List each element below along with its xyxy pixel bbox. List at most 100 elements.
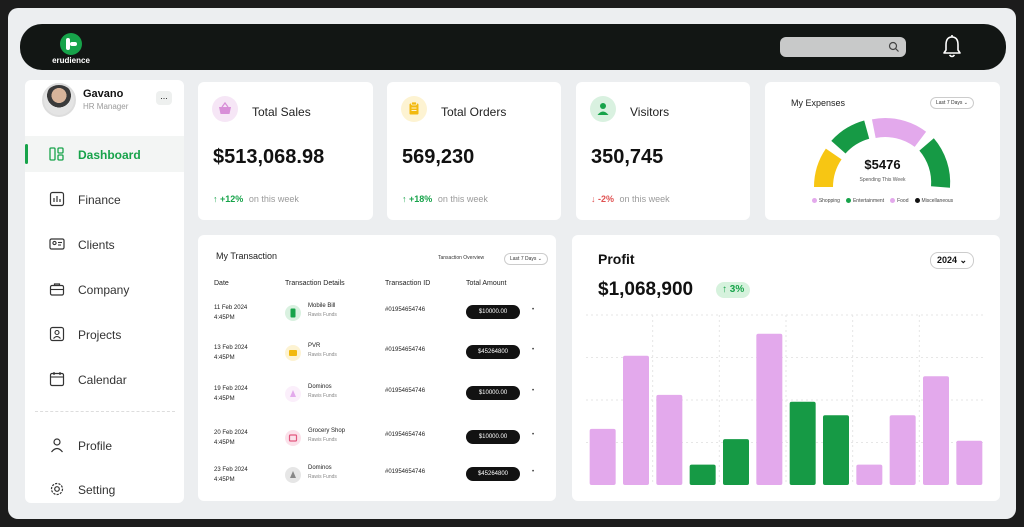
transactions-period-select[interactable]: Last 7 Days ⌄	[504, 253, 548, 265]
column-header-details: Transaction Details	[285, 280, 345, 287]
sidebar: Gavano HR Manager ... Dashboard Finance …	[25, 80, 184, 503]
logo-mark-icon	[60, 33, 82, 55]
transaction-id: #01954654746	[385, 388, 426, 394]
transaction-name: Dominos	[308, 465, 332, 471]
profit-bar[interactable]	[756, 333, 783, 485]
stat-change-percent: -2%	[598, 194, 615, 204]
transactions-title: My Transaction	[216, 251, 278, 261]
ticket-icon	[285, 345, 301, 361]
expenses-card: My Expenses Last 7 Days ⌄ $5476 Spending…	[765, 82, 1000, 220]
profit-bar[interactable]	[689, 464, 716, 485]
sidebar-item-dashboard[interactable]: Dashboard	[25, 136, 184, 172]
clients-icon	[49, 238, 65, 250]
profit-bar[interactable]	[723, 439, 749, 485]
more-options-button[interactable]: ...	[156, 91, 172, 105]
row-more-icon[interactable]: •	[532, 307, 534, 313]
user-profile-card: Gavano HR Manager ...	[25, 80, 184, 132]
stat-label: Visitors	[630, 105, 670, 119]
transaction-date: 11 Feb 2024 4:45PM	[214, 305, 248, 321]
sidebar-item-label: Clients	[78, 238, 115, 252]
row-more-icon[interactable]: •	[532, 432, 534, 438]
sidebar-item-label: Finance	[78, 193, 121, 207]
stat-change-percent: +12%	[220, 194, 244, 204]
sidebar-item-setting[interactable]: Setting	[25, 471, 184, 507]
profit-bar[interactable]	[889, 415, 916, 485]
search-input[interactable]	[780, 37, 906, 57]
table-row[interactable]: 13 Feb 2024 4:45PM PVR Rawis Funds #01954…	[198, 343, 556, 383]
legend-item: Food	[890, 198, 909, 204]
stat-value: 350,745	[591, 146, 664, 168]
user-role: HR Manager	[83, 102, 129, 111]
profit-bar[interactable]	[656, 394, 683, 485]
table-row[interactable]: 19 Feb 2024 4:45PM Dominos Rawis Funds #0…	[198, 384, 556, 424]
transactions-card: My Transaction Tansaction Overview Last …	[198, 235, 556, 501]
transaction-source: Rawis Funds	[308, 474, 337, 480]
bell-icon[interactable]	[940, 34, 964, 60]
transaction-amount: $10000.00	[466, 386, 520, 400]
table-row[interactable]: 23 Feb 2024 4:45PM Dominos Rawis Funds #0…	[198, 465, 556, 505]
table-row[interactable]: 20 Feb 2024 4:45PM Grocery Shop Rawis Fun…	[198, 428, 556, 468]
sidebar-divider	[35, 411, 175, 412]
stat-value: 569,230	[402, 146, 475, 168]
profile-icon	[51, 438, 63, 453]
transaction-date: 23 Feb 2024 4:45PM	[214, 467, 248, 483]
projects-icon	[49, 326, 65, 342]
profit-bar[interactable]	[623, 355, 649, 485]
sidebar-item-clients[interactable]: Clients	[25, 226, 184, 262]
stat-icon-wrap	[401, 96, 427, 122]
row-more-icon[interactable]: •	[532, 469, 534, 475]
sidebar-item-profile[interactable]: Profile	[25, 427, 184, 463]
transaction-date: 19 Feb 2024 4:45PM	[214, 386, 248, 402]
stat-change: ↑ +18% on this week	[402, 194, 488, 204]
transaction-name: PVR	[308, 343, 321, 349]
stat-icon-wrap	[212, 96, 238, 122]
table-row[interactable]: 11 Feb 2024 4:45PM Mobile Bill Rawis Fund…	[198, 303, 556, 343]
stat-icon-wrap	[590, 96, 616, 122]
stat-change-suffix: on this week	[248, 194, 299, 204]
sidebar-item-calendar[interactable]: Calendar	[25, 361, 184, 397]
arrow-down-icon: ↓	[591, 194, 596, 204]
sidebar-item-finance[interactable]: Finance	[25, 181, 184, 217]
search-icon[interactable]	[888, 41, 900, 53]
legend-item: Shopping	[811, 198, 840, 204]
stat-change: ↓ -2% on this week	[591, 194, 670, 204]
row-more-icon[interactable]: •	[532, 347, 534, 353]
gauge-segment-green-left	[831, 120, 870, 154]
transaction-source: Rawis Funds	[308, 393, 337, 399]
transaction-amount: $10000.00	[466, 430, 520, 444]
app-window: erudience Gavano HR Manager ... Dashboar…	[8, 8, 1016, 519]
clipboard-icon	[409, 101, 419, 115]
transaction-id: #01954654746	[385, 432, 426, 438]
profit-bar[interactable]	[923, 376, 949, 485]
row-more-icon[interactable]: •	[532, 388, 534, 394]
transaction-name: Mobile Bill	[308, 303, 336, 309]
sidebar-item-company[interactable]: Company	[25, 271, 184, 307]
profit-bar[interactable]	[789, 401, 816, 485]
dashboard-icon	[49, 147, 64, 161]
avatar[interactable]	[42, 83, 76, 117]
app-logo[interactable]: erudience	[46, 33, 96, 65]
profit-bar[interactable]	[956, 440, 983, 485]
expenses-total: $5476	[864, 157, 901, 172]
user-name: Gavano	[83, 88, 124, 100]
transaction-source: Rawis Funds	[308, 352, 337, 358]
company-icon	[49, 283, 65, 296]
transaction-source: Rawis Funds	[308, 437, 337, 443]
column-header-amount: Total Amount	[466, 280, 507, 287]
stat-label: Total Orders	[441, 105, 507, 119]
transaction-date: 20 Feb 2024 4:45PM	[214, 430, 248, 446]
profit-bar[interactable]	[823, 415, 849, 485]
transaction-id: #01954654746	[385, 347, 426, 353]
expenses-legend: Shopping Entertainment Food Miscellaneou…	[765, 198, 1000, 204]
setting-icon	[50, 482, 64, 496]
transactions-period-label: Last 7 Days	[510, 256, 537, 262]
transaction-amount: $45264800	[466, 345, 520, 359]
sidebar-item-label: Dashboard	[78, 148, 141, 162]
user-icon	[597, 103, 609, 115]
transaction-date: 13 Feb 2024 4:45PM	[214, 345, 248, 361]
profit-bar[interactable]	[589, 428, 616, 485]
transaction-name: Grocery Shop	[308, 428, 346, 434]
profit-card: Profit $1,068,900 ↑ 3% 2024 ⌄	[572, 235, 1000, 501]
sidebar-item-projects[interactable]: Projects	[25, 316, 184, 352]
profit-bar[interactable]	[856, 464, 883, 485]
